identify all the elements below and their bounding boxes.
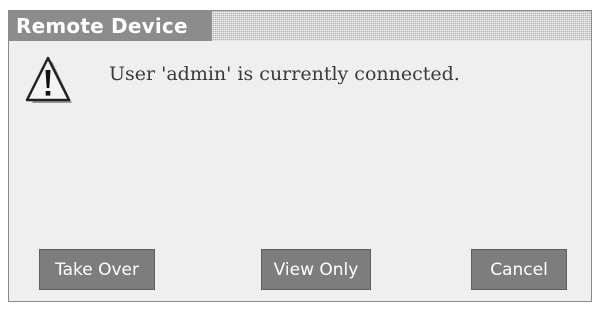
dialog-title: Remote Device xyxy=(9,11,212,41)
take-over-button[interactable]: Take Over xyxy=(39,249,155,290)
warning-icon xyxy=(25,56,72,103)
cancel-button[interactable]: Cancel xyxy=(471,249,567,290)
remote-device-dialog: Remote Device User 'admin' is currently … xyxy=(8,10,592,302)
view-only-button[interactable]: View Only xyxy=(261,249,371,290)
dialog-message: User 'admin' is currently connected. xyxy=(109,63,460,85)
dialog-titlebar[interactable]: Remote Device xyxy=(9,11,591,41)
